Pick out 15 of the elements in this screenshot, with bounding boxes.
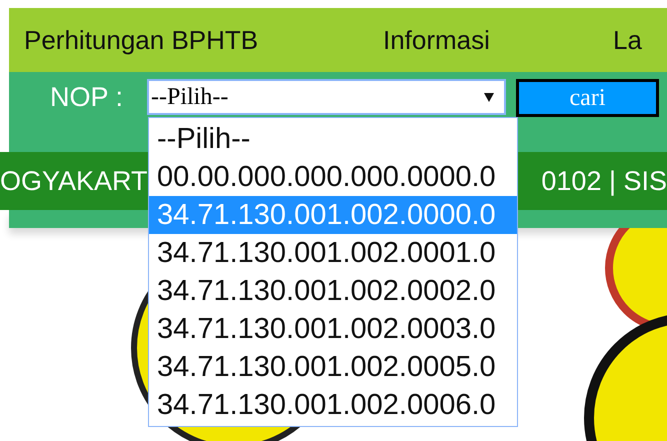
dropdown-option[interactable]: 34.71.130.001.002.0006.0: [149, 386, 517, 424]
banner-text: OGYAKART: [0, 164, 148, 198]
dropdown-option[interactable]: 34.71.130.001.002.0003.0: [149, 310, 517, 348]
dropdown-option[interactable]: 34.71.130.001.002.0002.0: [149, 272, 517, 310]
dropdown-option[interactable]: --Pilih--: [149, 120, 517, 158]
dropdown-option[interactable]: 34.71.130.001.002.0005.0: [149, 348, 517, 386]
banner-text: 0102 | SIS: [541, 164, 667, 198]
menu-link[interactable]: Perhitungan BPHTB: [24, 24, 258, 54]
nop-select[interactable]: --Pilih--: [147, 79, 506, 115]
menu-link[interactable]: Informasi: [383, 24, 490, 54]
menu-link[interactable]: La: [613, 24, 642, 54]
nop-label: NOP :: [50, 81, 124, 114]
dropdown-option[interactable]: 34.71.130.001.002.0001.0: [149, 234, 517, 272]
dropdown-option[interactable]: 00.00.000.000.000.0000.0: [149, 158, 517, 196]
caret-icon: [484, 92, 494, 102]
